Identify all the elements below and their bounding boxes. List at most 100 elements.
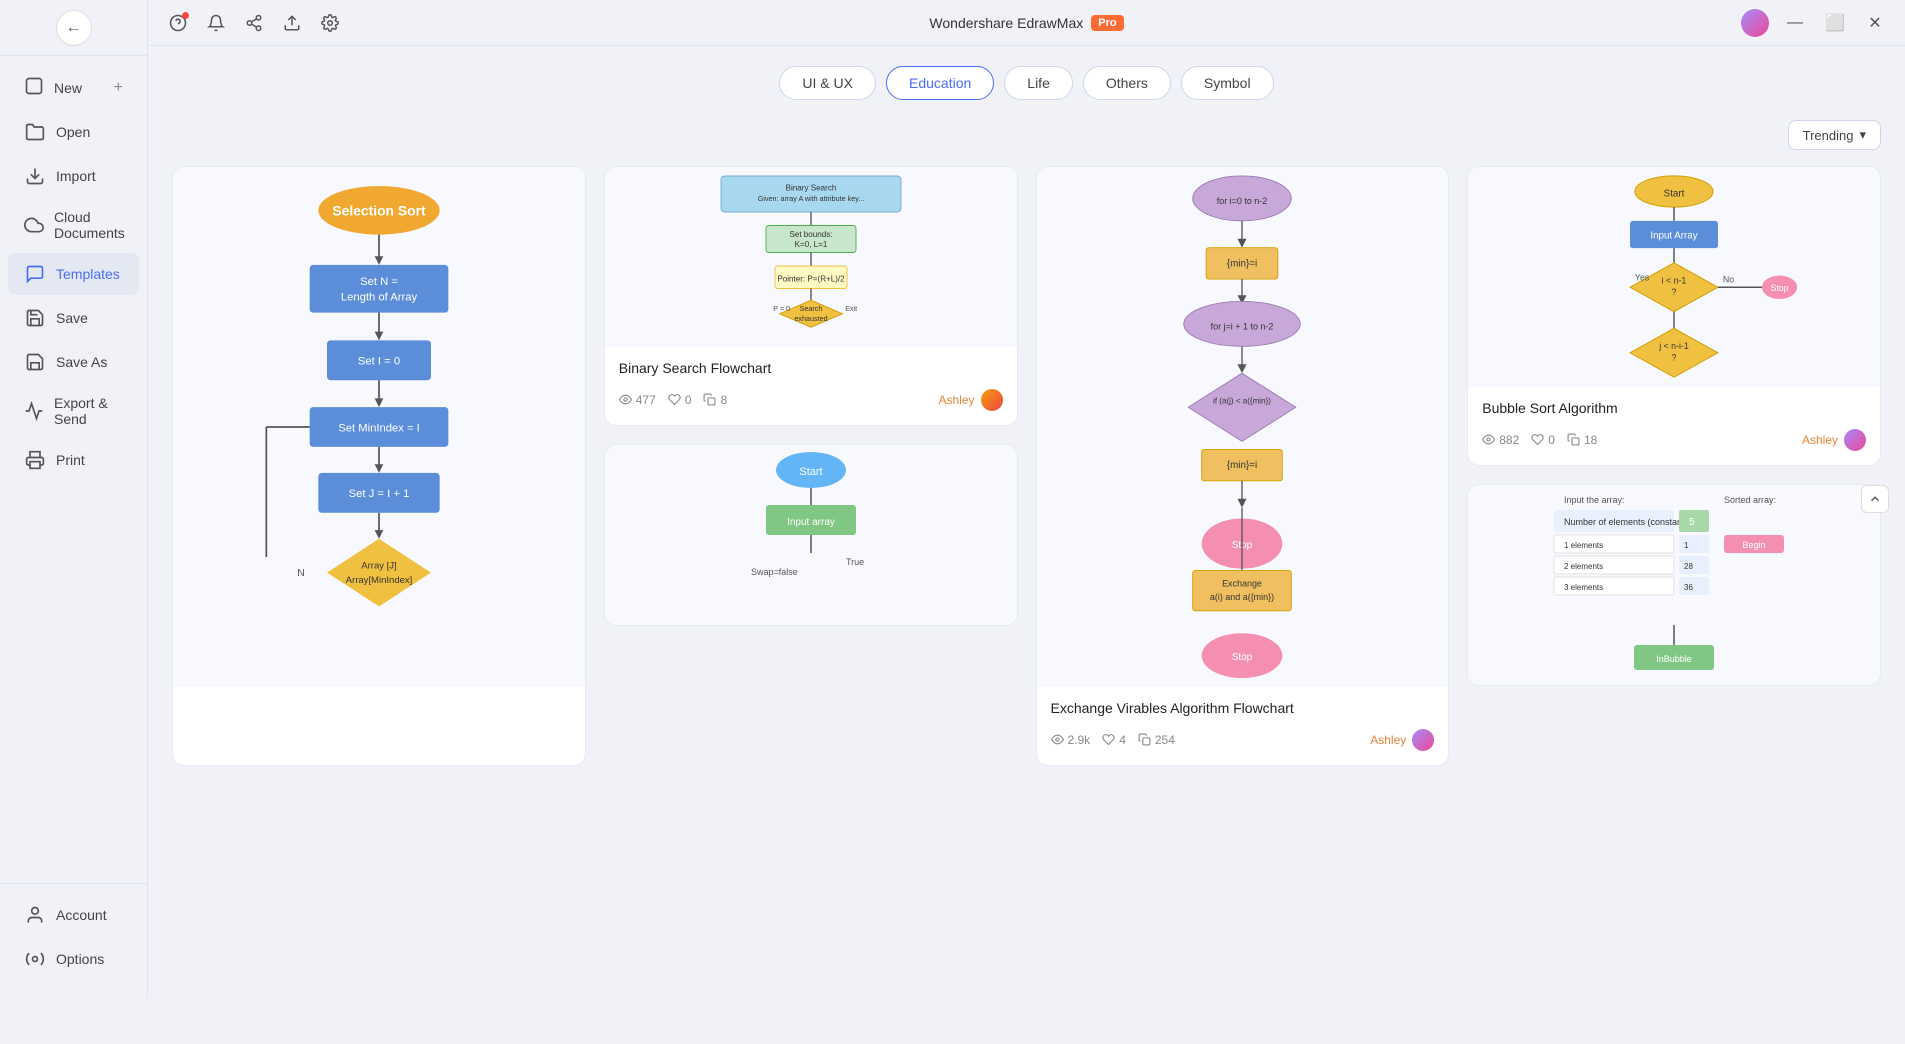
tab-life[interactable]: Life [1004,66,1073,100]
eye-icon [1482,433,1495,446]
svg-text:{min}=i: {min}=i [1227,259,1257,270]
svg-text:36: 36 [1684,583,1693,592]
user-avatar [1741,9,1769,37]
cards-grid: Selection Sort Set N = Length of Array S… [172,166,1881,766]
svg-text:{min}=i: {min}=i [1227,460,1257,471]
copy-icon [1138,733,1151,746]
author-name-exchange: Ashley [1370,733,1406,747]
author-avatar-bubble [1844,429,1866,451]
chevron-down-icon: ▾ [1859,127,1866,143]
eye-icon [1051,733,1064,746]
sidebar-item-saveas[interactable]: Save As [8,341,139,383]
views-count: 477 [636,393,656,407]
sidebar-print-label: Print [56,452,85,468]
card-col4-bottom[interactable]: Input the array: Sorted array: Number of… [1467,484,1881,686]
sidebar-item-open[interactable]: Open [8,111,139,153]
svg-text:Set I = 0: Set I = 0 [358,356,400,368]
sidebar-item-cloud[interactable]: Cloud Documents [8,199,139,251]
card-meta-exchange: 2.9k 4 254 Ashley [1051,729,1435,751]
export-icon [24,400,44,422]
card-exchange[interactable]: for i=0 to n-2 {min}=i for j=i + 1 to n-… [1036,166,1450,766]
sidebar-item-options[interactable]: Options [8,938,139,980]
svg-text:3 elements: 3 elements [1564,583,1603,592]
settings-icon [321,14,339,32]
heart-icon [668,393,681,406]
tab-others[interactable]: Others [1083,66,1171,100]
scroll-top-button[interactable] [1861,485,1889,513]
card-title-binary-search: Binary Search Flowchart [619,359,1003,379]
author-avatar-exchange [1412,729,1434,751]
card-selection-sort[interactable]: Selection Sort Set N = Length of Array S… [172,166,586,766]
svg-text:Swap=false: Swap=false [751,567,798,577]
tab-education[interactable]: Education [886,66,994,100]
svg-text:True: True [846,557,864,567]
col-2: Binary Search Given: array A with attrib… [604,166,1018,766]
upload-button[interactable] [278,9,306,37]
svg-text:Array [J]: Array [J] [361,560,396,571]
sidebar-item-account[interactable]: Account [8,894,139,936]
svg-text:Length of Array: Length of Array [341,291,418,303]
topbar: Wondershare EdrawMax Pro — ⬜ ✕ [148,0,1905,46]
copy-icon [703,393,716,406]
close-button[interactable]: ✕ [1861,9,1889,37]
notif-dot [182,12,189,19]
svg-text:Exchange: Exchange [1222,579,1262,589]
settings-button[interactable] [316,9,344,37]
card-bubble-sort[interactable]: Start Input Array i < n-1 ? No Stop [1467,166,1881,466]
share-button[interactable] [240,9,268,37]
bell-icon [207,14,225,32]
tab-symbol[interactable]: Symbol [1181,66,1274,100]
sidebar-item-templates[interactable]: Templates [8,253,139,295]
new-icon [24,76,44,99]
back-button[interactable]: ← [56,10,92,46]
app-title: Wondershare EdrawMax Pro [929,15,1123,31]
sidebar-cloud-label: Cloud Documents [54,209,125,241]
svg-text:i < n-1: i < n-1 [1662,275,1687,285]
sidebar-item-print[interactable]: Print [8,439,139,481]
copies-count-bubble: 18 [1584,433,1597,447]
avatar-button[interactable] [1741,9,1769,37]
tab-ui-ux[interactable]: UI & UX [779,66,876,100]
likes-item: 0 [668,393,692,407]
svg-text:Stop: Stop [1771,283,1789,293]
sort-select[interactable]: Trending ▾ [1788,120,1881,150]
likes-item-bubble: 0 [1531,433,1555,447]
bell-button[interactable] [202,9,230,37]
import-icon [24,165,46,187]
sidebar-item-save[interactable]: Save [8,297,139,339]
main-content: UI & UX Education Life Others Symbol Tre… [148,46,1905,998]
sidebar-new-label: New [54,80,82,96]
svg-text:Start: Start [799,466,822,478]
card-col2-bottom[interactable]: Start Input array Swap=false True [604,444,1018,626]
account-icon [24,904,46,926]
svg-text:exhausted: exhausted [794,314,827,323]
sidebar-bottom: Account Options [0,883,147,998]
maximize-button[interactable]: ⬜ [1821,9,1849,37]
copy-icon [1567,433,1580,446]
sidebar-item-import[interactable]: Import [8,155,139,197]
heart-icon [1531,433,1544,446]
card-binary-search[interactable]: Binary Search Given: array A with attrib… [604,166,1018,426]
topbar-left-icons [164,9,344,37]
svg-text:a(i) and a({min}): a(i) and a({min}) [1210,592,1274,602]
sidebar-item-export[interactable]: Export & Send [8,385,139,437]
svg-text:Pointer: P=(R+L)/2: Pointer: P=(R+L)/2 [777,274,845,283]
maximize-icon: ⬜ [1825,13,1845,33]
sidebar-export-label: Export & Send [54,395,123,427]
svg-text:Binary Search: Binary Search [785,183,836,192]
svg-text:Set bounds:: Set bounds: [789,230,832,239]
minimize-button[interactable]: — [1781,9,1809,37]
category-tabs: UI & UX Education Life Others Symbol [172,66,1881,100]
svg-text:Number of elements (constant):: Number of elements (constant): [1564,517,1690,527]
card-meta-binary-search: 477 0 8 Ashley [619,389,1003,411]
open-icon [24,121,46,143]
help-button[interactable] [164,9,192,37]
card-author-binary-search: Ashley [938,389,1002,411]
col-4: Start Input Array i < n-1 ? No Stop [1467,166,1881,766]
toolbar-row: Trending ▾ [172,120,1881,150]
sidebar-item-new[interactable]: New + [8,66,139,109]
likes-count: 0 [685,393,692,407]
svg-text:for j=i + 1 to n-2: for j=i + 1 to n-2 [1211,321,1274,331]
views-item-bubble: 882 [1482,433,1519,447]
card-info-bubble-sort: Bubble Sort Algorithm 882 0 18 [1468,387,1880,465]
